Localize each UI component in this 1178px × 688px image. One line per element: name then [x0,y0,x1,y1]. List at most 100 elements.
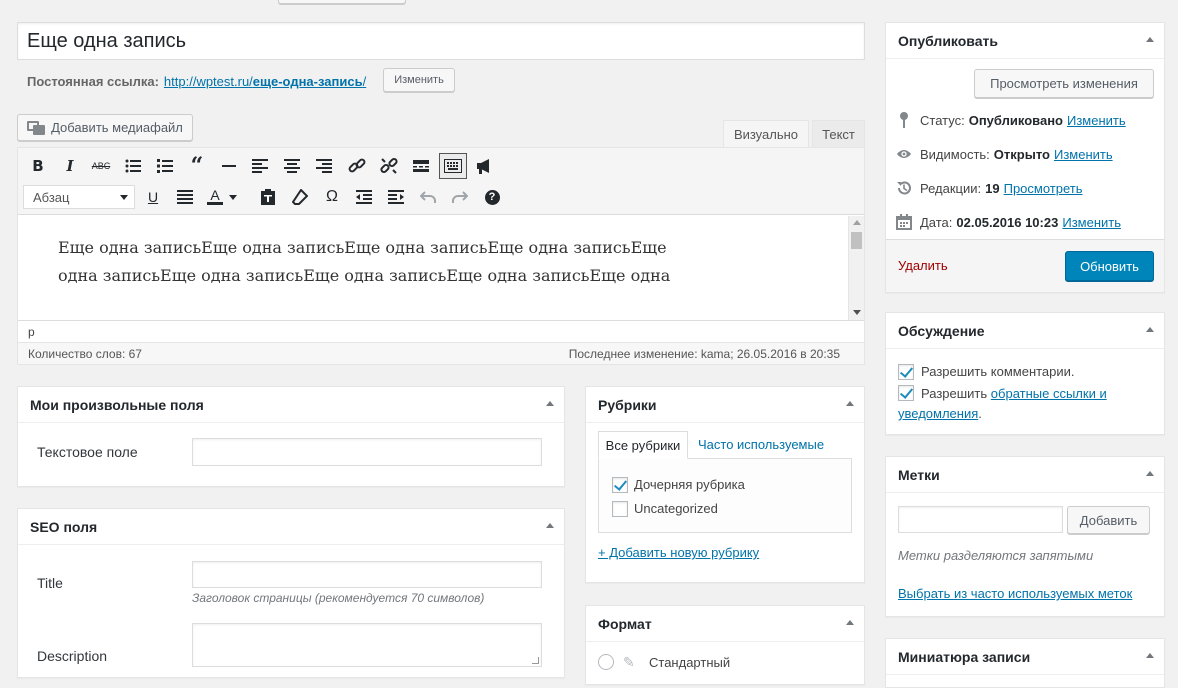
revisions-link[interactable]: Просмотреть [1004,181,1083,196]
underline-icon[interactable]: U [141,185,165,209]
allow-comments-checkbox[interactable] [898,364,914,380]
collapse-icon[interactable] [1146,327,1154,332]
align-center-icon[interactable] [280,154,304,178]
help-icon[interactable]: ? [480,185,504,209]
visibility-edit-link[interactable]: Изменить [1054,147,1113,162]
collapse-icon[interactable] [846,620,854,625]
custom-fields-box: Мои произвольные поля Текстовое поле [17,386,565,487]
preview-changes-button[interactable]: Просмотреть изменения [974,69,1154,98]
publish-box: Опубликовать Просмотреть изменения Стату… [885,22,1165,293]
tab-visual[interactable]: Визуально [723,120,809,148]
add-media-button[interactable]: Добавить медиафайл [17,114,193,141]
editor-content[interactable]: Еще одна записьЕще одна записьЕще одна з… [58,234,708,294]
italic-icon[interactable]: I [58,154,82,178]
text-color-icon[interactable]: A [204,185,244,209]
blockquote-icon[interactable]: “ [185,153,209,179]
publish-header[interactable]: Опубликовать [886,23,1164,59]
editor-container: B I ABC “ Абзац U A Ω ? Еще одна записьЕ… [17,147,865,365]
collapse-icon[interactable] [546,523,554,528]
thumbnail-header[interactable]: Миниатюра записи [886,639,1164,675]
format-standard-label: Стандартный [649,655,731,670]
seo-title-input[interactable] [192,561,542,588]
collapse-icon[interactable] [846,401,854,406]
add-media-label: Добавить медиафайл [51,120,183,135]
numbered-list-icon[interactable] [153,154,177,178]
add-category-link[interactable]: + Добавить новую рубрику [598,545,759,560]
tags-input[interactable] [898,506,1063,533]
seo-title-hint: Заголовок страницы (рекомендуется 70 сим… [192,591,485,605]
outdent-icon[interactable] [352,185,376,209]
text-field-input[interactable] [192,438,542,466]
seo-title-label: Title [37,575,63,591]
category-checkbox[interactable] [612,501,628,517]
history-icon [896,180,912,196]
post-title-field[interactable]: Еще одна запись [17,22,865,60]
chevron-down-icon [120,195,128,200]
editor-content-text: Еще одна записьЕще одна записьЕще одна з… [58,238,671,285]
delete-link[interactable]: Удалить [898,258,948,273]
permalink-edit-button[interactable]: Изменить [383,68,455,92]
seo-box: SEO поля Title Заголовок страницы (реком… [17,508,565,678]
justify-icon[interactable] [173,185,197,209]
special-char-icon[interactable]: Ω [320,185,344,209]
collapse-icon[interactable] [1146,653,1154,658]
update-button[interactable]: Обновить [1065,251,1154,281]
read-more-icon[interactable] [409,154,433,178]
permalink-label: Постоянная ссылка: [27,73,159,89]
undo-icon[interactable] [416,185,440,209]
date-edit-link[interactable]: Изменить [1062,215,1121,230]
categories-header[interactable]: Рубрики [586,387,864,423]
paste-text-icon[interactable] [256,185,280,209]
editor-status-bar: Количество слов: 67 Последнее изменение:… [18,342,864,364]
status-row: Статус: Опубликовано Изменить [896,110,1126,130]
clear-formatting-icon[interactable] [288,185,312,209]
collapse-icon[interactable] [1146,37,1154,42]
tags-header[interactable]: Метки [886,457,1164,493]
horizontal-line-icon[interactable] [217,154,241,178]
resize-handle-icon[interactable] [532,657,539,664]
format-select[interactable]: Абзац [23,185,135,209]
visibility-row: Видимость: Открыто Изменить [896,144,1113,164]
indent-icon[interactable] [384,185,408,209]
last-edit: Последнее изменение: kama; 26.05.2016 в … [568,346,840,361]
choose-tags-link[interactable]: Выбрать из часто используемых меток [898,586,1132,601]
tab-all-categories[interactable]: Все рубрики [598,431,688,459]
calendar-icon [896,214,912,230]
tags-box: Метки Добавить Метки разделяются запятым… [885,456,1165,617]
revisions-row: Редакции: 19 Просмотреть [896,178,1083,198]
editor-scrollbar[interactable] [848,216,864,320]
megaphone-icon[interactable] [472,154,496,178]
pin-icon [896,112,912,128]
category-label: Дочерняя рубрика [634,477,745,492]
strikethrough-icon[interactable]: ABC [89,154,113,178]
custom-fields-header[interactable]: Мои произвольные поля [18,387,564,423]
add-tag-button[interactable]: Добавить [1067,506,1150,534]
collapse-icon[interactable] [1146,471,1154,476]
link-icon[interactable] [345,154,369,178]
unlink-icon[interactable] [377,154,401,178]
seo-header[interactable]: SEO поля [18,509,564,545]
thumbnail-box: Миниатюра записи [885,638,1165,688]
format-select-value: Абзац [33,189,70,205]
align-left-icon[interactable] [248,154,272,178]
collapse-icon[interactable] [546,401,554,406]
permalink-link[interactable]: http://wptest.ru/еще-одна-запись/ [164,74,366,89]
status-edit-link[interactable]: Изменить [1067,113,1126,128]
bullet-list-icon[interactable] [121,154,145,178]
seo-description-input[interactable] [192,623,542,667]
tab-text[interactable]: Текст [812,120,865,147]
redo-icon[interactable] [448,185,472,209]
bold-icon[interactable]: B [26,154,50,178]
discussion-box: Обсуждение Разрешить комментарии. Разреш… [885,312,1165,435]
scrollbar-thumb[interactable] [851,232,862,249]
text-field-label: Текстовое поле [37,444,138,460]
tab-popular-categories[interactable]: Часто используемые [698,437,824,452]
align-right-icon[interactable] [312,154,336,178]
discussion-header[interactable]: Обсуждение [886,313,1164,349]
format-radio[interactable] [598,654,614,670]
screen-options-button[interactable] [278,0,406,4]
format-header[interactable]: Формат [586,606,864,642]
toolbar-toggle-icon[interactable] [439,153,467,179]
category-checkbox[interactable] [612,477,628,493]
pin-icon: ✎ [623,654,635,670]
